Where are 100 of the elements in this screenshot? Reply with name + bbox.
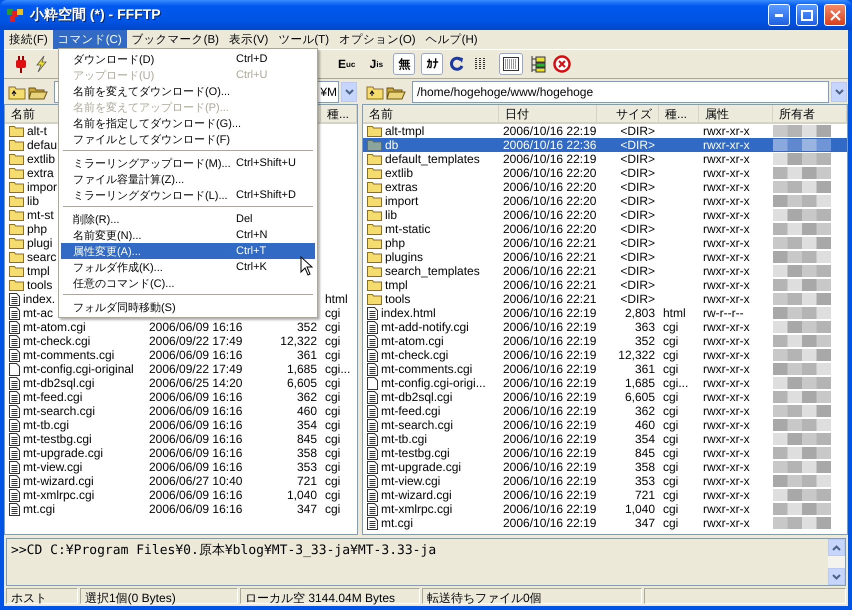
- open-folder-icon[interactable]: [386, 84, 406, 100]
- menu-item[interactable]: 削除(R)... Del: [61, 211, 315, 227]
- pixelated-owner: [773, 475, 831, 487]
- dropdown-button[interactable]: [831, 82, 847, 102]
- document-icon: [367, 390, 378, 404]
- file-size: <DIR>: [619, 138, 656, 152]
- minimize-button[interactable]: [768, 4, 790, 26]
- file-row[interactable]: mt-view.cgi 2006/10/16 22:19 353 cgi rwxr-xr-x: [363, 474, 847, 488]
- file-row[interactable]: mt-static 2006/10/16 22:20 <DIR> rwxr-xr-x: [363, 222, 847, 236]
- pixelated-owner: [773, 321, 831, 333]
- permissions: rwxr-xr-x: [702, 432, 751, 446]
- mouse-pointer-icon: [300, 256, 313, 276]
- file-name: mt-config.cgi-original: [23, 362, 134, 376]
- menu-item[interactable]: ファイルとしてダウンロード(F): [61, 131, 315, 147]
- pixelated-owner: [773, 237, 831, 249]
- file-row[interactable]: tmpl 2006/10/16 22:21 <DIR> rwxr-xr-x: [363, 278, 847, 292]
- menu-item[interactable]: ダウンロード(D) Ctrl+D: [61, 51, 315, 67]
- file-row[interactable]: mt-search.cgi 2006/10/16 22:19 460 cgi rwxr-xr-x: [363, 418, 847, 432]
- modified-date: 2006/10/16 22:19: [502, 152, 597, 166]
- close-button[interactable]: [824, 4, 846, 26]
- file-row[interactable]: import 2006/10/16 22:20 <DIR> rwxr-xr-x: [363, 194, 847, 208]
- scrollbar[interactable]: [828, 539, 845, 585]
- pixelated-owner: [773, 167, 831, 179]
- file-row[interactable]: lib 2006/10/16 22:20 <DIR> rwxr-xr-x: [363, 208, 847, 222]
- file-row[interactable]: mt-testbg.cgi 2006/10/16 22:19 845 cgi rwxr-xr-x: [363, 446, 847, 460]
- file-row[interactable]: alt-tmpl 2006/10/16 22:19 <DIR> rwxr-xr-x: [363, 124, 847, 138]
- file-row[interactable]: extras 2006/10/16 22:20 <DIR> rwxr-xr-x: [363, 180, 847, 194]
- file-name: mt-wizard.cgi: [381, 488, 452, 502]
- file-row[interactable]: mt-atom.cgi 2006/10/16 22:19 352 cgi rwxr-xr-x: [363, 334, 847, 348]
- scroll-up-button[interactable]: [828, 539, 845, 556]
- file-row[interactable]: search_templates 2006/10/16 22:21 <DIR> rwxr-xr-x: [363, 264, 847, 278]
- file-type: cgi: [662, 502, 680, 516]
- plug-icon[interactable]: [14, 55, 28, 73]
- file-name: extlib: [27, 152, 56, 166]
- file-row[interactable]: default_templates 2006/10/16 22:19 <DIR> rwxr-xr-x: [363, 152, 847, 166]
- menu-item[interactable]: オプション(O): [334, 30, 421, 49]
- menu-item[interactable]: 名前変更(N)... Ctrl+N: [61, 227, 315, 243]
- file-name: extra: [27, 166, 54, 180]
- modified-date: 2006/10/16 22:19: [502, 432, 597, 446]
- file-row[interactable]: plugins 2006/10/16 22:21 <DIR> rwxr-xr-x: [363, 250, 847, 264]
- menu-item[interactable]: 属性変更(A)... Ctrl+T: [61, 243, 315, 259]
- file-row[interactable]: mt-check.cgi 2006/10/16 22:19 12,322 cgi rwxr-xr-x: [363, 348, 847, 362]
- column-label: 所有者: [773, 105, 847, 122]
- file-row[interactable]: mt-wizard.cgi 2006/10/16 22:19 721 cgi rwxr-xr-x: [363, 488, 847, 502]
- menu-item[interactable]: ファイル容量計算(Z)...: [61, 171, 315, 187]
- file-row[interactable]: db 2006/10/16 22:36 <DIR> rwxr-xr-x: [363, 138, 847, 152]
- file-row[interactable]: index.html 2006/10/16 22:19 2,803 html rw-r--r--: [363, 306, 847, 320]
- file-type: cgi: [662, 474, 680, 488]
- menu-item[interactable]: フォルダ作成(K)... Ctrl+K: [61, 259, 315, 275]
- file-row[interactable]: mt-xmlrpc.cgi 2006/10/16 22:19 1,040 cgi rwxr-xr-x: [363, 502, 847, 516]
- menu-item[interactable]: ミラーリングダウンロード(L)... Ctrl+Shift+D: [61, 187, 315, 203]
- menu-item[interactable]: 任意のコマンド(C)...: [61, 275, 315, 291]
- file-row[interactable]: mt-comments.cgi 2006/10/16 22:19 361 cgi rwxr-xr-x: [363, 362, 847, 376]
- file-size: 363: [634, 320, 656, 334]
- menu-item[interactable]: フォルダ同時移動(S): [61, 299, 315, 315]
- file-size: 460: [634, 418, 656, 432]
- menu-item[interactable]: 表示(V): [224, 30, 274, 49]
- view-button[interactable]: [499, 53, 524, 75]
- path-field[interactable]: /home/hogehoge/www/hogehoge: [412, 81, 829, 103]
- menu-item[interactable]: ヘルプ(H): [420, 30, 483, 49]
- file-row[interactable]: php 2006/10/16 22:21 <DIR> rwxr-xr-x: [363, 236, 847, 250]
- folder-icon: [367, 279, 382, 291]
- document-icon: [367, 446, 378, 460]
- file-row[interactable]: mt-tb.cgi 2006/10/16 22:19 354 cgi rwxr-xr-x: [363, 432, 847, 446]
- modified-date: 2006/10/16 22:20: [502, 194, 597, 208]
- menu-item[interactable]: コマンド(C): [52, 30, 127, 49]
- permissions: rwxr-xr-x: [702, 138, 751, 152]
- menu-item[interactable]: 名前を変えてダウンロード(O)...: [61, 83, 315, 99]
- document-icon: [367, 404, 378, 418]
- encoding-button[interactable]: 無: [393, 53, 416, 75]
- pixelated-owner: [773, 335, 831, 347]
- file-name: mt-testbg.cgi: [381, 446, 450, 460]
- scroll-down-button[interactable]: [828, 568, 845, 585]
- file-type: cgi: [324, 432, 342, 446]
- lightning-icon[interactable]: [34, 55, 48, 73]
- file-row[interactable]: tools 2006/10/16 22:21 <DIR> rwxr-xr-x: [363, 292, 847, 306]
- tree-icon[interactable]: [529, 55, 548, 73]
- file-row[interactable]: mt-upgrade.cgi 2006/10/16 22:19 358 cgi rwxr-xr-x: [363, 460, 847, 474]
- file-row[interactable]: mt.cgi 2006/10/16 22:19 347 cgi rwxr-xr-x: [363, 516, 847, 530]
- maximize-button[interactable]: [796, 4, 818, 26]
- menu-item[interactable]: 接続(F): [4, 30, 53, 49]
- stop-icon[interactable]: [553, 55, 572, 73]
- folder-up-icon[interactable]: [8, 84, 26, 100]
- menu-item[interactable]: ミラーリングアップロード(M)... Ctrl+Shift+U: [61, 155, 315, 171]
- folder-icon: [9, 195, 24, 207]
- file-size: 6,605: [286, 376, 318, 390]
- refresh-icon[interactable]: [449, 56, 466, 72]
- folder-up-icon[interactable]: [366, 84, 384, 100]
- menu-item[interactable]: ブックマーク(B): [126, 30, 224, 49]
- file-row[interactable]: mt-config.cgi-origi... 2006/10/16 22:19 1,685 cgi... rwxr-xr-x: [363, 376, 847, 390]
- encoding-button[interactable]: ｶﾅ: [421, 53, 444, 75]
- file-row[interactable]: mt-add-notify.cgi 2006/10/16 22:19 363 cgi rwxr-xr-x: [363, 320, 847, 334]
- dropdown-button[interactable]: [341, 82, 357, 102]
- modified-date: 2006/10/16 22:36: [502, 138, 597, 152]
- file-row[interactable]: extlib 2006/10/16 22:20 <DIR> rwxr-xr-x: [363, 166, 847, 180]
- file-row[interactable]: mt-db2sql.cgi 2006/10/16 22:19 6,605 cgi rwxr-xr-x: [363, 390, 847, 404]
- menu-item[interactable]: ツール(T): [273, 30, 334, 49]
- modified-date: 2006/10/16 22:21: [502, 278, 597, 292]
- file-row[interactable]: mt-feed.cgi 2006/10/16 22:19 362 cgi rwxr-xr-x: [363, 404, 847, 418]
- open-folder-icon[interactable]: [28, 84, 48, 100]
